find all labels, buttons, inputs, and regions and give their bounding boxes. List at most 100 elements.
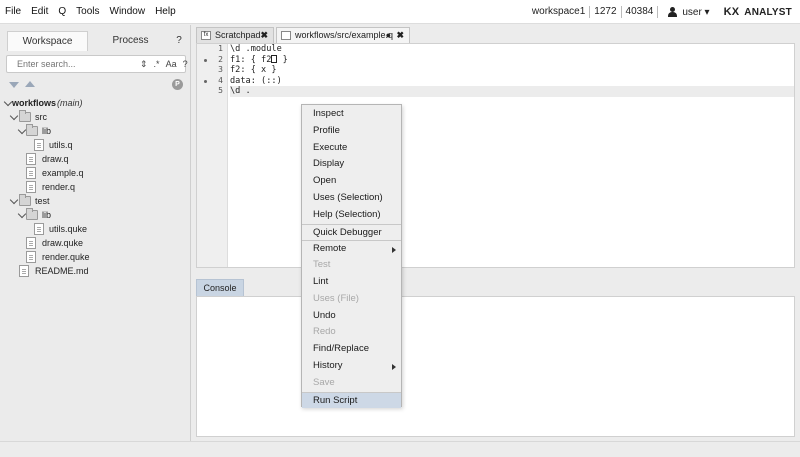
tree-node-workflows[interactable]: workflows (main) bbox=[0, 96, 191, 110]
tree-node-draw-q[interactable]: draw.q bbox=[0, 152, 191, 166]
menu-bar: File Edit Q Tools Window Help workspace1… bbox=[0, 0, 800, 24]
code-line: f1: { f2 } bbox=[230, 54, 288, 65]
tree-node-src[interactable]: src bbox=[0, 110, 191, 124]
code-area[interactable]: \d .module f1: { f2 } f2: { x } data: (:… bbox=[230, 44, 794, 97]
folder-icon bbox=[26, 124, 38, 136]
tree-node-draw-quke[interactable]: draw.quke bbox=[0, 236, 191, 250]
search-sort-icon[interactable]: ⇕ bbox=[140, 59, 148, 70]
tree-label: render.q bbox=[42, 182, 76, 192]
tree-label: draw.q bbox=[42, 154, 69, 164]
tree-label: test bbox=[35, 196, 50, 206]
file-icon bbox=[26, 153, 36, 165]
file-tree: workflows (main) src lib utils.q draw.q … bbox=[0, 96, 191, 278]
tree-label: render.quke bbox=[42, 252, 90, 262]
menu-item-test: Test bbox=[313, 259, 331, 271]
menu-edit[interactable]: Edit bbox=[26, 0, 53, 24]
line-number: 1 bbox=[218, 44, 223, 53]
tree-node-utils-quke[interactable]: utils.quke bbox=[0, 222, 191, 236]
menu-item-inspect[interactable]: Inspect bbox=[302, 106, 401, 123]
menu-item-run-script[interactable]: Run Script bbox=[302, 391, 401, 409]
tab-workspace[interactable]: Workspace bbox=[7, 31, 88, 51]
menu-item-help-selection[interactable]: Help (Selection) bbox=[302, 207, 401, 224]
tree-node-src-lib[interactable]: lib bbox=[0, 124, 191, 138]
tree-toolbar: P bbox=[6, 78, 186, 92]
tree-label: workflows bbox=[12, 98, 57, 108]
menu-item-profile[interactable]: Profile bbox=[302, 123, 401, 140]
connection-info: workspace1 1272 40384 user ▾ KX ANALYST bbox=[528, 0, 800, 24]
menu-item-find-replace[interactable]: Find/Replace bbox=[302, 341, 401, 358]
menu-item-remote[interactable]: Remote bbox=[302, 240, 401, 257]
tab-label: Scratchpad bbox=[215, 30, 261, 40]
menu-item-uses-selection[interactable]: Uses (Selection) bbox=[302, 190, 401, 207]
menu-item-open[interactable]: Open bbox=[302, 173, 401, 190]
breakpoint-dot-icon[interactable] bbox=[204, 58, 207, 62]
line-number-with-marker: 4 bbox=[197, 76, 227, 87]
line-gutter: 1 2 3 4 5 bbox=[197, 44, 228, 267]
code-line: \d .module bbox=[230, 44, 282, 54]
port-primary: 1272 bbox=[590, 6, 622, 18]
tree-label: lib bbox=[42, 210, 52, 220]
panel-help-button[interactable]: ? bbox=[172, 31, 186, 51]
modified-indicator: ● bbox=[385, 30, 391, 40]
close-icon[interactable]: ✖ bbox=[396, 28, 404, 43]
menu-item-save: Save bbox=[313, 376, 335, 388]
case-toggle[interactable]: Aa bbox=[166, 59, 177, 69]
menu-window[interactable]: Window bbox=[105, 0, 151, 24]
tree-node-test[interactable]: test bbox=[0, 194, 191, 208]
fx-icon: fx bbox=[201, 31, 211, 40]
search-help-button[interactable]: ? bbox=[183, 59, 188, 69]
kx-analyst-logo: KX ANALYST bbox=[724, 6, 792, 18]
tab-label: workflows/src/example.q bbox=[295, 30, 394, 40]
tree-label: utils.quke bbox=[49, 224, 88, 234]
menu-item-history[interactable]: History bbox=[302, 358, 401, 375]
tree-node-utils-q[interactable]: utils.q bbox=[0, 138, 191, 152]
tree-label: example.q bbox=[42, 168, 84, 178]
menu-item-execute[interactable]: Execute bbox=[302, 140, 401, 157]
file-icon bbox=[281, 31, 291, 40]
tree-node-example-q[interactable]: example.q bbox=[0, 166, 191, 180]
search-input[interactable] bbox=[17, 59, 134, 69]
submenu-arrow-icon bbox=[392, 363, 396, 370]
tree-node-test-lib[interactable]: lib bbox=[0, 208, 191, 222]
menu-item-undo[interactable]: Undo bbox=[302, 308, 401, 325]
regex-toggle[interactable]: .* bbox=[154, 59, 160, 69]
close-icon[interactable]: ✖ bbox=[260, 28, 268, 43]
file-icon bbox=[34, 223, 44, 235]
code-line: data: (::) bbox=[230, 75, 282, 86]
menu-item-display[interactable]: Display bbox=[302, 156, 401, 173]
user-menu[interactable]: user ▾ bbox=[668, 7, 710, 18]
search-box: ⇕ .* Aa ? bbox=[6, 55, 188, 73]
tree-node-readme[interactable]: README.md bbox=[0, 264, 191, 278]
code-editor[interactable]: 1 2 3 4 5 \d .module f1: { f2 } f2: { x … bbox=[196, 43, 795, 268]
menu-help[interactable]: Help bbox=[150, 0, 181, 24]
expand-all-icon[interactable] bbox=[9, 82, 19, 88]
panel-tabs: Workspace Process ? bbox=[0, 28, 191, 51]
menu-file[interactable]: File bbox=[0, 0, 26, 24]
p-badge-icon[interactable]: P bbox=[172, 79, 183, 90]
file-icon bbox=[19, 265, 29, 277]
chevron-down-icon[interactable] bbox=[9, 111, 19, 121]
analyst-logo-text: ANALYST bbox=[744, 6, 792, 18]
tree-label: README.md bbox=[35, 266, 89, 276]
tree-node-render-q[interactable]: render.q bbox=[0, 180, 191, 194]
menu-item-lint[interactable]: Lint bbox=[302, 274, 401, 291]
tab-example-q[interactable]: workflows/src/example.q ● ✖ bbox=[276, 27, 410, 43]
file-icon bbox=[26, 237, 36, 249]
menu-tools[interactable]: Tools bbox=[71, 0, 104, 24]
chevron-down-icon[interactable] bbox=[17, 125, 27, 135]
tab-scratchpad[interactable]: fx Scratchpad ✖ bbox=[196, 27, 274, 43]
tree-node-render-quke[interactable]: render.quke bbox=[0, 250, 191, 264]
menu-q[interactable]: Q bbox=[53, 0, 71, 24]
chevron-down-icon[interactable] bbox=[9, 195, 19, 205]
console-output[interactable] bbox=[196, 296, 795, 437]
folder-icon bbox=[26, 208, 38, 220]
chevron-down-icon[interactable] bbox=[3, 97, 13, 107]
menu-item-quick-debugger[interactable]: Quick Debugger bbox=[302, 223, 401, 241]
tab-process[interactable]: Process bbox=[90, 31, 171, 51]
tab-console[interactable]: Console bbox=[196, 279, 244, 296]
collapse-all-icon[interactable] bbox=[25, 81, 35, 87]
breakpoint-dot-icon[interactable] bbox=[204, 79, 207, 83]
chevron-down-icon[interactable] bbox=[17, 209, 27, 219]
workspace-name[interactable]: workspace1 bbox=[528, 6, 591, 18]
menu-item-uses-file: Uses (File) bbox=[313, 292, 359, 304]
